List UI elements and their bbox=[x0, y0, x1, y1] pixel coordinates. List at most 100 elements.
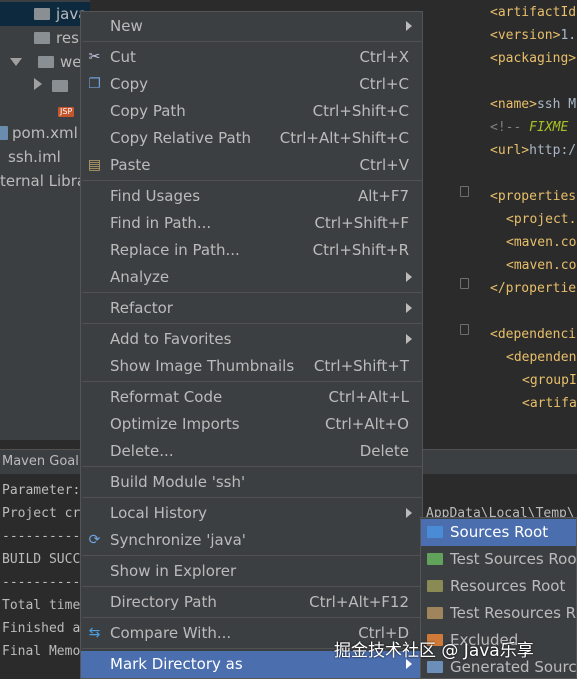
console-line: ---------- bbox=[2, 575, 81, 590]
menu-item-synchronize-java[interactable]: ⟳ Synchronize 'java' bbox=[81, 527, 422, 554]
folder-icon bbox=[427, 661, 443, 673]
menu-item-shortcut: Ctrl+V bbox=[359, 156, 409, 174]
menu-separator bbox=[82, 555, 423, 556]
console-line: ---------- bbox=[2, 529, 81, 544]
menu-item-label: Copy Relative Path bbox=[110, 129, 252, 147]
menu-item-delete[interactable]: Delete... Delete bbox=[81, 438, 422, 465]
menu-item-label: Delete... bbox=[110, 442, 174, 460]
menu-separator bbox=[82, 586, 423, 587]
tree-item-iml[interactable]: ssh.iml bbox=[0, 145, 61, 169]
menu-separator bbox=[82, 381, 423, 382]
menu-item-local-history[interactable]: Local History bbox=[81, 500, 422, 527]
tree-item-webapp[interactable]: we bbox=[0, 50, 82, 74]
folder-icon bbox=[427, 580, 443, 592]
menu-item-shortcut: Ctrl+Alt+Shift+C bbox=[279, 129, 409, 147]
folder-icon bbox=[427, 526, 443, 538]
tree-item-jsp[interactable]: JSP bbox=[0, 98, 75, 122]
fold-icon[interactable] bbox=[460, 324, 469, 335]
code-line: <properties bbox=[490, 189, 577, 204]
menu-item-label: Copy Path bbox=[110, 102, 186, 120]
menu-item-replace-in-path[interactable]: Replace in Path... Ctrl+Shift+R bbox=[81, 237, 422, 264]
menu-item-shortcut: Delete bbox=[359, 442, 409, 460]
menu-item-label: Analyze bbox=[110, 268, 170, 286]
project-tree: java res we JSP pom.xml ssh.iml ternal L… bbox=[0, 0, 90, 440]
code-line: <name>ssh M bbox=[490, 97, 577, 112]
tree-item-pom[interactable]: pom.xml bbox=[0, 121, 78, 145]
menu-item-copy[interactable]: ❐ Copy Ctrl+C bbox=[81, 71, 422, 98]
code-line: <url>http:/ bbox=[490, 143, 577, 158]
submenu-item-test-resources-root[interactable]: Test Resources Root bbox=[421, 600, 576, 627]
menu-item-label: Directory Path bbox=[110, 593, 217, 611]
menu-item-add-to-favorites[interactable]: Add to Favorites bbox=[81, 326, 422, 353]
submenu-arrow-icon bbox=[406, 21, 412, 31]
menu-separator bbox=[82, 497, 423, 498]
menu-item-label: Replace in Path... bbox=[110, 241, 240, 259]
menu-item-find-usages[interactable]: Find Usages Alt+F7 bbox=[81, 183, 422, 210]
context-menu: New ✂ Cut Ctrl+X ❐ Copy Ctrl+C Copy Path Ctrl+Sh… bbox=[80, 11, 423, 679]
menu-item-shortcut: Ctrl+Shift+C bbox=[312, 102, 409, 120]
menu-item-reformat-code[interactable]: Reformat Code Ctrl+Alt+L bbox=[81, 384, 422, 411]
menu-item-analyze[interactable]: Analyze bbox=[81, 264, 422, 291]
folder-icon bbox=[427, 607, 443, 619]
menu-item-label: Optimize Imports bbox=[110, 415, 240, 433]
submenu-item-test-sources-root[interactable]: Test Sources Root bbox=[421, 546, 576, 573]
menu-item-optimize-imports[interactable]: Optimize Imports Ctrl+Alt+O bbox=[81, 411, 422, 438]
menu-item-paste[interactable]: ▤ Paste Ctrl+V bbox=[81, 152, 422, 179]
submenu-arrow-icon bbox=[406, 272, 412, 282]
console-line: Finished a bbox=[2, 621, 81, 636]
maven-file-icon bbox=[0, 126, 8, 140]
menu-item-shortcut: Ctrl+X bbox=[359, 48, 409, 66]
expand-icon[interactable] bbox=[10, 58, 22, 66]
menu-item-label: Local History bbox=[110, 504, 208, 522]
menu-item-find-in-path[interactable]: Find in Path... Ctrl+Shift+F bbox=[81, 210, 422, 237]
menu-item-new[interactable]: New bbox=[81, 13, 422, 40]
menu-item-shortcut: Alt+F7 bbox=[357, 187, 409, 205]
submenu-arrow-icon bbox=[406, 303, 412, 313]
menu-item-cut[interactable]: ✂ Cut Ctrl+X bbox=[81, 44, 422, 71]
menu-item-label: Show Image Thumbnails bbox=[110, 357, 295, 375]
tree-item-external-libraries[interactable]: ternal Libra bbox=[0, 169, 86, 193]
menu-item-copy-path[interactable]: Copy Path Ctrl+Shift+C bbox=[81, 98, 422, 125]
menu-item-shortcut: Ctrl+Alt+L bbox=[328, 388, 410, 406]
menu-item-label: Refactor bbox=[110, 299, 173, 317]
watermark: 掘金技术社区 @ Java乐享 bbox=[334, 641, 534, 661]
submenu-arrow-icon bbox=[406, 508, 412, 518]
menu-item-build-module-ssh[interactable]: Build Module 'ssh' bbox=[81, 469, 422, 496]
code-line: <dependenci bbox=[490, 327, 577, 342]
code-line: <maven.co bbox=[506, 258, 577, 273]
code-line: <maven.co bbox=[506, 235, 577, 250]
submenu-item-label: Sources Root bbox=[450, 523, 549, 541]
tree-item-resources[interactable]: res bbox=[0, 26, 79, 50]
console-line: BUILD SUCC bbox=[2, 552, 81, 567]
code-line: <artifa bbox=[522, 396, 577, 411]
menu-item-directory-path[interactable]: Directory Path Ctrl+Alt+F12 bbox=[81, 589, 422, 616]
fold-icon[interactable] bbox=[460, 186, 469, 197]
menu-item-label: New bbox=[110, 17, 143, 35]
menu-separator bbox=[82, 617, 423, 618]
menu-item-copy-relative-path[interactable]: Copy Relative Path Ctrl+Alt+Shift+C bbox=[81, 125, 422, 152]
menu-separator bbox=[82, 323, 423, 324]
menu-item-show-image-thumbnails[interactable]: Show Image Thumbnails Ctrl+Shift+T bbox=[81, 353, 422, 380]
console-line: Parameter: bbox=[2, 483, 81, 498]
code-line: <dependen bbox=[506, 350, 577, 365]
folder-icon bbox=[52, 80, 68, 92]
tree-item-subfolder[interactable] bbox=[0, 74, 74, 98]
menu-item-label: Paste bbox=[110, 156, 151, 174]
menu-item-label: Mark Directory as bbox=[110, 655, 243, 673]
collapse-icon[interactable] bbox=[34, 78, 42, 90]
submenu-item-label: Resources Root bbox=[450, 577, 566, 595]
menu-item-shortcut: Ctrl+Alt+O bbox=[325, 415, 409, 433]
menu-item-show-in-explorer[interactable]: Show in Explorer bbox=[81, 558, 422, 585]
jsp-file-icon: JSP bbox=[58, 107, 75, 117]
menu-item-refactor[interactable]: Refactor bbox=[81, 295, 422, 322]
maven-panel-title: Maven Goal bbox=[2, 454, 79, 469]
fold-icon[interactable] bbox=[460, 278, 469, 289]
menu-item-label: Show in Explorer bbox=[110, 562, 237, 580]
menu-separator bbox=[82, 292, 423, 293]
submenu-item-resources-root[interactable]: Resources Root bbox=[421, 573, 576, 600]
tree-item-java[interactable]: java bbox=[0, 2, 90, 26]
menu-item-shortcut: Ctrl+Alt+F12 bbox=[309, 593, 409, 611]
folder-icon bbox=[38, 56, 54, 68]
submenu-item-sources-root[interactable]: Sources Root bbox=[421, 519, 576, 546]
code-line: <project. bbox=[506, 212, 577, 227]
